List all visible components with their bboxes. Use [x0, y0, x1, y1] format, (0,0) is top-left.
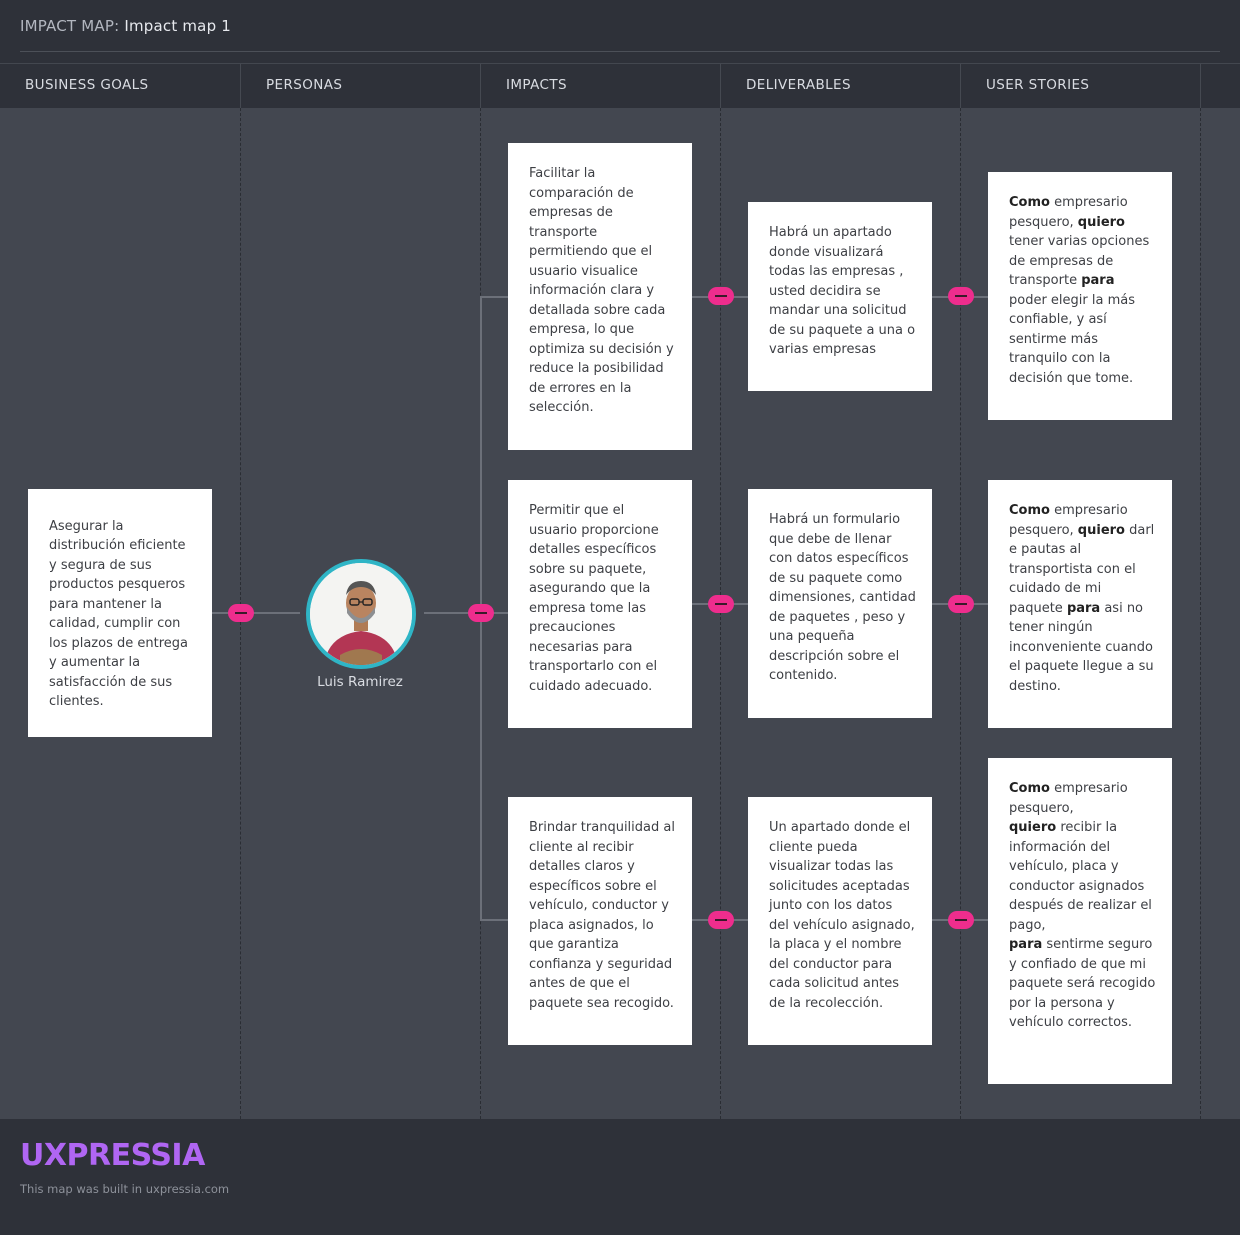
deliverable-text: Un apartado donde el cliente pueda visua… — [769, 820, 915, 1011]
keyword-como: Como — [1009, 503, 1050, 518]
collapse-toggle-icon[interactable] — [948, 287, 974, 305]
keyword-quiero: quiero — [1077, 522, 1125, 538]
map-title-prefix: IMPACT MAP: — [20, 17, 120, 35]
avatar — [310, 563, 412, 665]
deliverable-text: Habrá un formulario que debe de llenar c… — [769, 512, 916, 683]
keyword-quiero: quiero — [1009, 820, 1057, 835]
impact-card[interactable]: Brindar tranquilidad al cliente al recib… — [508, 797, 692, 1045]
user-story-card[interactable]: Como empresario pesquero, quiero tener v… — [988, 172, 1172, 420]
collapse-toggle-icon[interactable] — [948, 911, 974, 929]
column-label: PERSONAS — [266, 77, 343, 93]
column-header-business-goals[interactable]: BUSINESS GOALS — [0, 64, 241, 109]
connector-line — [424, 612, 508, 614]
column-separator — [1200, 108, 1201, 1119]
impact-text: Facilitar la comparación de empresas de … — [529, 166, 674, 415]
collapse-toggle-icon[interactable] — [228, 604, 254, 622]
column-header-user-stories[interactable]: USER STORIES — [961, 64, 1201, 109]
story-fragment: poder elegir la más confiable, y así sen… — [1009, 292, 1135, 386]
column-separator — [720, 108, 721, 1119]
connector-line — [480, 296, 508, 298]
person-photo-icon — [310, 563, 412, 665]
map-title-name[interactable]: Impact map 1 — [124, 17, 231, 35]
column-header-impacts[interactable]: IMPACTS — [481, 64, 721, 109]
keyword-quiero: quiero — [1077, 214, 1125, 230]
collapse-toggle-icon[interactable] — [948, 595, 974, 613]
column-label: BUSINESS GOALS — [25, 77, 149, 93]
connector-line — [212, 612, 300, 614]
column-header-deliverables[interactable]: DELIVERABLES — [721, 64, 961, 109]
collapse-toggle-icon[interactable] — [708, 595, 734, 613]
column-label: USER STORIES — [986, 77, 1090, 93]
impact-card[interactable]: Facilitar la comparación de empresas de … — [508, 143, 692, 450]
user-story-card[interactable]: Como empresario pesquero, quiero darl e … — [988, 480, 1172, 728]
keyword-para: para — [1066, 600, 1101, 616]
column-label: DELIVERABLES — [746, 77, 851, 93]
story-fragment: recibir la información del vehículo, pla… — [1009, 820, 1152, 933]
collapse-toggle-icon[interactable] — [708, 911, 734, 929]
built-with-text[interactable]: This map was built in uxpressia.com — [20, 1182, 229, 1196]
map-header: IMPACT MAP: Impact map 1 — [0, 0, 1240, 52]
persona-avatar[interactable] — [306, 559, 416, 669]
column-separator — [960, 108, 961, 1119]
collapse-toggle-icon[interactable] — [468, 604, 494, 622]
uxpressia-logo[interactable]: UXPRESSIA — [20, 1138, 205, 1173]
column-label: IMPACTS — [506, 77, 567, 93]
user-story-text: Como empresario pesquero, quiero tener v… — [1009, 193, 1156, 388]
deliverable-card[interactable]: Habrá un apartado donde visualizará toda… — [748, 202, 932, 391]
keyword-para: para — [1081, 273, 1115, 288]
impact-text: Brindar tranquilidad al cliente al recib… — [529, 820, 675, 1011]
footer: UXPRESSIA This map was built in uxpressi… — [0, 1119, 1240, 1235]
connector-line — [480, 919, 508, 921]
story-fragment: tener varias opciones de empresas de tra… — [1009, 234, 1150, 288]
business-goal-card[interactable]: Asegurar la distribución eficiente y seg… — [28, 489, 212, 737]
keyword-para: para — [1009, 937, 1043, 952]
column-header-bar: BUSINESS GOALS PERSONAS IMPACTS DELIVERA… — [0, 63, 1240, 109]
impact-text: Permitir que el usuario proporcione deta… — [529, 503, 659, 694]
persona-name: Luis Ramirez — [317, 674, 403, 690]
deliverable-card[interactable]: Un apartado donde el cliente pueda visua… — [748, 797, 932, 1045]
user-story-card[interactable]: Como empresario pesquero, quiero recibir … — [988, 758, 1172, 1084]
map-title: IMPACT MAP: Impact map 1 — [20, 17, 231, 35]
collapse-toggle-icon[interactable] — [708, 287, 734, 305]
user-story-text: Como empresario pesquero, quiero darl e … — [1009, 501, 1156, 696]
column-header-personas[interactable]: PERSONAS — [241, 64, 481, 109]
deliverable-card[interactable]: Habrá un formulario que debe de llenar c… — [748, 489, 932, 718]
keyword-como: Como — [1009, 781, 1050, 796]
business-goal-text: Asegurar la distribución eficiente y seg… — [49, 518, 188, 710]
impact-card[interactable]: Permitir que el usuario proporcione deta… — [508, 480, 692, 728]
deliverable-text: Habrá un apartado donde visualizará toda… — [769, 225, 916, 357]
header-divider — [20, 51, 1220, 52]
user-story-text: Como empresario pesquero, quiero recibir … — [1009, 779, 1156, 1033]
keyword-como: Como — [1009, 195, 1050, 210]
